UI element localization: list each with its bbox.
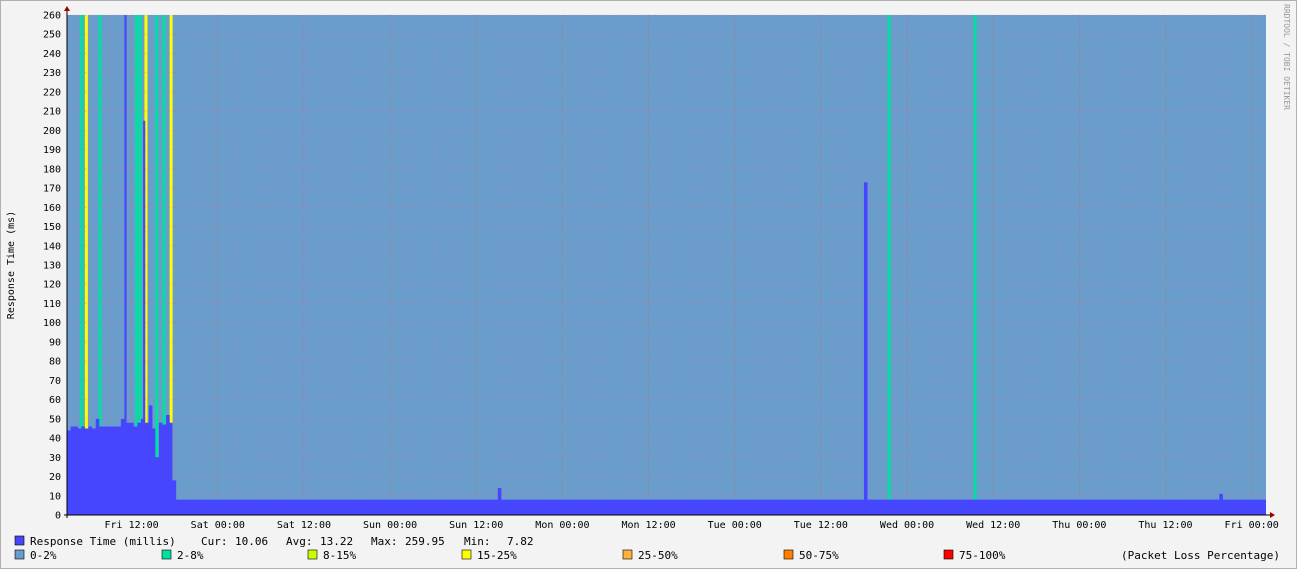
y-tick-label: 230: [43, 68, 61, 79]
x-tick-label: Mon 12:00: [621, 520, 675, 531]
y-tick-label: 190: [43, 145, 61, 156]
legend-max-label: Max:: [371, 535, 398, 548]
y-tick-label: 240: [43, 49, 61, 60]
y-tick-label: 120: [43, 280, 61, 291]
legend-loss-label: 25-50%: [638, 549, 678, 562]
legend-min-value: 7.82: [507, 535, 534, 548]
x-tick-label: Wed 00:00: [880, 520, 934, 531]
y-tick-label: 160: [43, 203, 61, 214]
y-tick-label: 50: [49, 414, 61, 425]
y-tick-label: 210: [43, 107, 61, 118]
y-tick-label: 220: [43, 87, 61, 98]
plot-background: [67, 15, 1266, 515]
y-tick-label: 260: [43, 11, 61, 22]
y-tick-label: 80: [49, 357, 61, 368]
x-tick-label: Tue 00:00: [708, 520, 762, 531]
side-credit: RRDTOOL / TOBI OETIKER: [1282, 4, 1291, 110]
y-tick-label: 180: [43, 164, 61, 175]
legend-avg-value: 13.22: [320, 535, 353, 548]
x-tick-label: Tue 12:00: [794, 520, 848, 531]
legend-cur-value: 10.06: [235, 535, 268, 548]
y-tick-label: 170: [43, 184, 61, 195]
y-tick-label: 150: [43, 222, 61, 233]
legend-swatch-loss: [943, 549, 954, 560]
legend-loss-label: 0-2%: [30, 549, 57, 562]
y-tick-label: 20: [49, 472, 61, 483]
legend-max-value: 259.95: [405, 535, 445, 548]
x-tick-label: Thu 12:00: [1138, 520, 1192, 531]
x-tick-label: Wed 12:00: [966, 520, 1020, 531]
legend-loss-label: 75-100%: [959, 549, 1006, 562]
x-tick-label: Sat 12:00: [277, 520, 331, 531]
y-axis-label: Response Time (ms): [6, 211, 17, 319]
legend-response-time-label: Response Time (millis): [30, 535, 176, 548]
y-tick-label: 70: [49, 376, 61, 387]
y-tick-label: 100: [43, 318, 61, 329]
y-tick-label: 0: [55, 511, 61, 522]
x-tick-label: Sun 12:00: [449, 520, 503, 531]
x-tick-label: Fri 00:00: [1225, 520, 1279, 531]
legend-swatch-loss: [14, 549, 25, 560]
x-tick-label: Sun 00:00: [363, 520, 417, 531]
x-tick-label: Mon 00:00: [535, 520, 589, 531]
legend-swatch-loss: [622, 549, 633, 560]
x-tick-label: Fri 12:00: [105, 520, 159, 531]
chart-window: 0 10 20 30 40 50 60 70 80 90 100 110 120 130 140 150 160…: [0, 0, 1297, 569]
y-tick-label: 10: [49, 491, 61, 502]
y-tick-label: 140: [43, 241, 61, 252]
y-tick-label: 60: [49, 395, 61, 406]
legend-min-label: Min:: [464, 535, 491, 548]
legend-swatch-loss: [783, 549, 794, 560]
legend-loss-label: 2-8%: [177, 549, 204, 562]
legend-loss-label: 15-25%: [477, 549, 517, 562]
legend-avg-label: Avg:: [286, 535, 313, 548]
x-tick-label: Sat 00:00: [191, 520, 245, 531]
y-tick-label: 90: [49, 337, 61, 348]
y-tick-label: 40: [49, 434, 61, 445]
legend-swatch-loss: [461, 549, 472, 560]
y-tick-label: 250: [43, 30, 61, 41]
packet-loss-legend-title: (Packet Loss Percentage): [1121, 549, 1280, 562]
x-tick-label: Thu 00:00: [1052, 520, 1106, 531]
legend-loss-label: 8-15%: [323, 549, 356, 562]
y-tick-label: 30: [49, 453, 61, 464]
y-tick-label: 200: [43, 126, 61, 137]
legend-swatch-loss: [307, 549, 318, 560]
y-tick-label: 130: [43, 261, 61, 272]
y-tick-label: 110: [43, 299, 61, 310]
legend-swatch-loss: [161, 549, 172, 560]
response-time-chart: 0 10 20 30 40 50 60 70 80 90 100 110 120 130 140 150 160…: [0, 0, 1297, 569]
legend-loss-label: 50-75%: [799, 549, 839, 562]
legend-swatch-response-time: [14, 535, 25, 546]
legend-cur-label: Cur:: [201, 535, 228, 548]
